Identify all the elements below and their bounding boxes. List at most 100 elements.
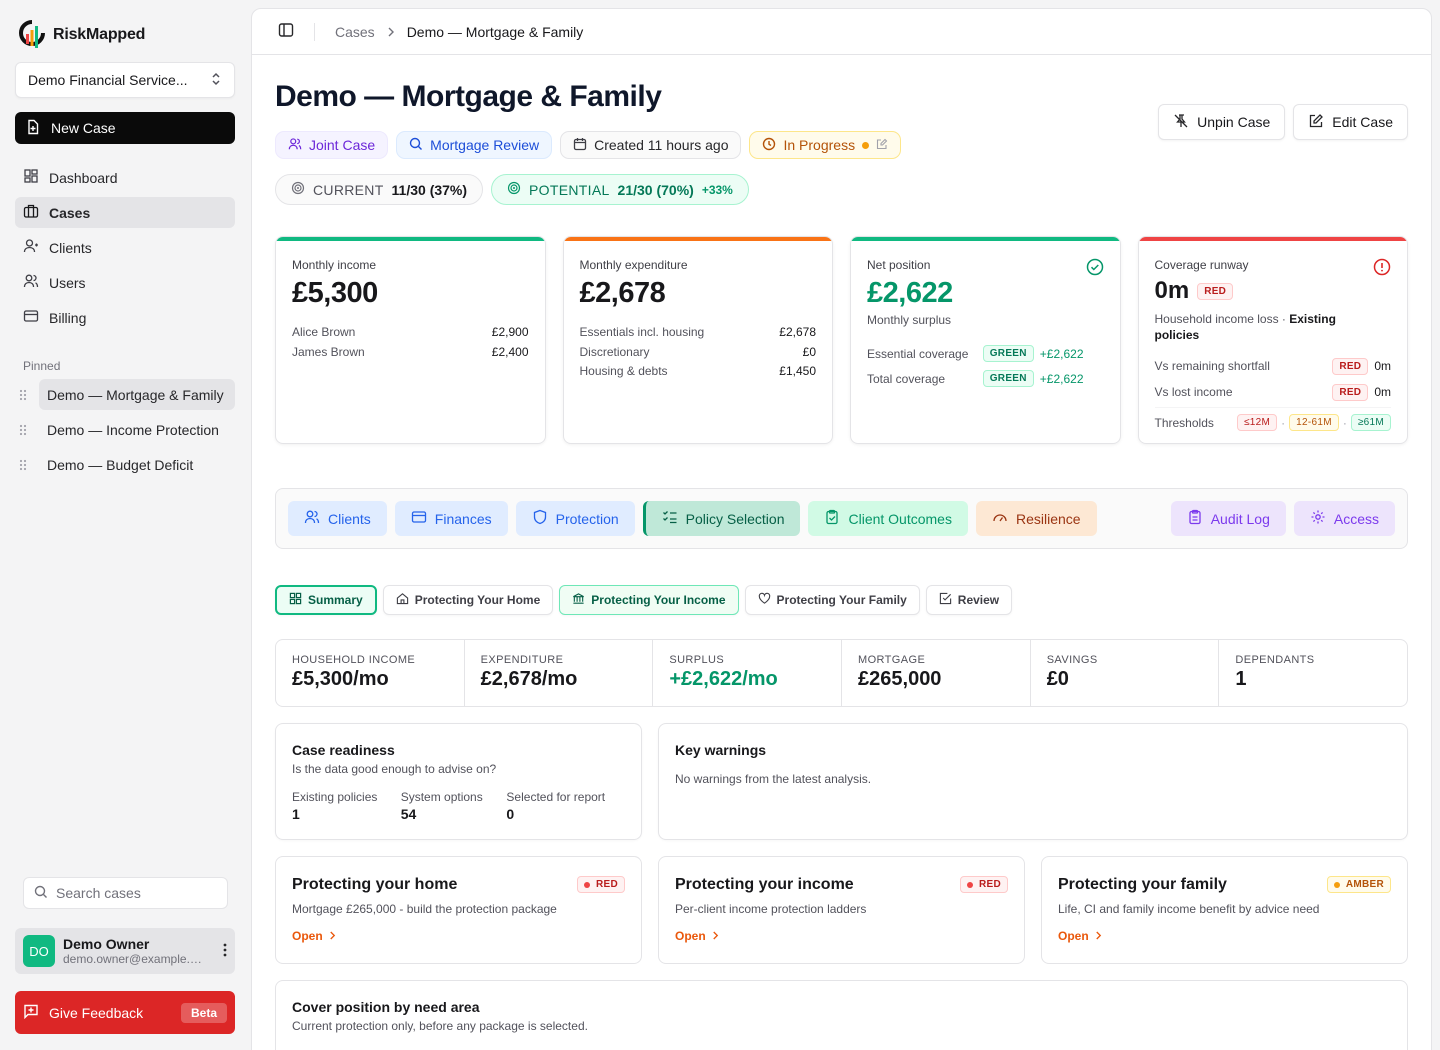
protecting-income-card[interactable]: Protecting your income RED Per-client in… — [658, 856, 1025, 964]
kpi-row-value: £2,678 — [779, 325, 816, 339]
user-info: Demo Owner demo.owner@example.com — [63, 936, 215, 966]
open-label: Open — [292, 929, 323, 943]
stat-savings: Savings £0 — [1031, 640, 1220, 706]
search-icon — [409, 137, 423, 154]
new-case-button[interactable]: New Case — [15, 112, 235, 144]
nav-item-users[interactable]: Users — [15, 267, 235, 298]
kpi-rows: Essentials incl. housing £2,678 Discretio… — [580, 322, 817, 380]
kpi-row-item: Essential coverage GREEN +£2,622 — [867, 341, 1104, 366]
drag-handle-icon[interactable] — [15, 389, 31, 401]
stat-value: +£2,622/mo — [669, 668, 778, 690]
thresholds-row: Thresholds ≤12M · 12-61M · ≥61M — [1154, 407, 1391, 437]
kpi-row-item: Vs remaining shortfall RED 0m — [1155, 353, 1391, 379]
tab-label: Finances — [434, 510, 492, 527]
subtab-label: Protecting Your Family — [776, 593, 907, 607]
edit-case-button[interactable]: Edit Case — [1293, 104, 1408, 140]
nav-item-cases[interactable]: Cases — [15, 197, 235, 228]
badge-dot — [583, 881, 590, 888]
coverage-amount: +£2,622 — [1039, 346, 1084, 361]
nav-item-clients[interactable]: Clients — [15, 232, 235, 263]
nav-item-dashboard[interactable]: Dashboard — [15, 162, 235, 193]
breadcrumb-cases[interactable]: Cases — [335, 24, 375, 40]
status-badge[interactable]: In Progress — [749, 131, 902, 159]
mortgage-review-tag: Mortgage Review — [396, 131, 553, 159]
kpi-row-item: Essentials incl. housing £2,678 — [580, 322, 817, 342]
threshold-sep: · — [1281, 415, 1286, 430]
thresholds-label: Thresholds — [1154, 415, 1214, 430]
chevron-right-icon — [1095, 929, 1102, 943]
chevron-right-icon — [329, 929, 336, 943]
open-link[interactable]: Open — [292, 929, 625, 943]
tab-resilience[interactable]: Resilience — [975, 501, 1097, 536]
subtab-summary[interactable]: Summary — [275, 585, 377, 615]
organisation-select[interactable]: Demo Financial Service... — [15, 62, 235, 98]
pinned-heading: Pinned — [23, 359, 61, 373]
pinned-label: Demo — Income Protection — [47, 421, 219, 438]
give-feedback-button[interactable]: Give Feedback Beta — [15, 991, 235, 1034]
subtab-protecting-family[interactable]: Protecting Your Family — [744, 585, 920, 615]
kpi-row-key: Housing & debts — [579, 364, 668, 378]
panel-sub: Is the data good enough to advise on? — [292, 762, 497, 776]
more-vertical-icon[interactable] — [223, 943, 227, 960]
stat-label: Mortgage — [858, 654, 926, 666]
nav-label: Dashboard — [49, 169, 118, 186]
badge-label: AMBER — [1345, 879, 1384, 890]
stat-value: £2,678/mo — [480, 668, 578, 690]
tab-audit-log[interactable]: Audit Log — [1170, 501, 1286, 536]
user-name: Demo Owner — [63, 936, 150, 952]
feedback-label: Give Feedback — [49, 1004, 144, 1021]
pinned-list: Demo — Mortgage & Family Demo — Income P… — [15, 379, 235, 480]
tab-access[interactable]: Access — [1293, 501, 1395, 536]
current-score: CURRENT 11/30 (37%) — [275, 174, 484, 205]
drag-handle-icon[interactable] — [15, 424, 31, 436]
subtab-review[interactable]: Review — [925, 585, 1013, 615]
nav-item-billing[interactable]: Billing — [15, 302, 235, 333]
card-icon — [23, 308, 39, 327]
open-link[interactable]: Open — [1058, 929, 1391, 943]
main-content: Cases Demo — Mortgage & Family Demo — Mo… — [251, 8, 1432, 1050]
drag-handle-icon[interactable] — [15, 459, 31, 471]
card-desc: Per-client income protection ladders — [675, 902, 867, 916]
brand[interactable]: RiskMapped — [15, 16, 235, 54]
subtab-protecting-home[interactable]: Protecting Your Home — [382, 585, 554, 615]
kpi-rows: Vs remaining shortfall RED 0m Vs lost inco… — [1154, 353, 1391, 437]
sidebar-toggle-icon[interactable] — [278, 22, 294, 41]
badge-dot — [966, 881, 973, 888]
shield-icon — [532, 509, 548, 528]
brand-name: RiskMapped — [53, 26, 146, 43]
pencil-icon[interactable] — [876, 137, 888, 153]
kpi-row-key: Vs lost income — [1154, 385, 1233, 399]
protecting-home-card[interactable]: Protecting your home RED Mortgage £265,0… — [275, 856, 642, 964]
runway-value: RED 0m — [1332, 357, 1391, 375]
protecting-family-card[interactable]: Protecting your family AMBER Life, CI an… — [1041, 856, 1408, 964]
tab-protection[interactable]: Protection — [515, 501, 635, 536]
check-circle-icon — [1086, 258, 1104, 279]
tab-finances[interactable]: Finances — [394, 501, 508, 536]
kpi-label: Monthly income — [292, 258, 377, 272]
user-menu[interactable]: DO Demo Owner demo.owner@example.com — [15, 928, 235, 974]
threshold-red: ≤12M — [1236, 414, 1278, 431]
kpi-rows: Essential coverage GREEN +£2,622 Total cov… — [867, 341, 1104, 391]
pinned-item[interactable]: Demo — Mortgage & Family — [15, 379, 235, 410]
pinned-item[interactable]: Demo — Budget Deficit — [15, 449, 235, 480]
stat-label: Surplus — [669, 654, 725, 666]
stat-mortgage: Mortgage £265,000 — [842, 640, 1031, 706]
stat-dependants: Dependants 1 — [1219, 640, 1407, 706]
subtab-protecting-income[interactable]: Protecting Your Income — [559, 585, 739, 615]
kpi-value: £5,300 — [292, 277, 378, 309]
pinned-item[interactable]: Demo — Income Protection — [15, 414, 235, 445]
coverage-runway-card: Coverage runway 0m RED Household income … — [1137, 236, 1408, 444]
kpi-row-item: Total coverage GREEN +£2,622 — [867, 366, 1104, 391]
search-cases-input[interactable]: Search cases — [23, 877, 228, 909]
tab-policy-selection[interactable]: Policy Selection — [642, 501, 801, 536]
unpin-case-button[interactable]: Unpin Case — [1158, 104, 1286, 140]
need-area-cards: Protecting your home RED Mortgage £265,0… — [275, 856, 1408, 964]
users-icon — [23, 273, 39, 292]
top-bar: Cases Demo — Mortgage & Family — [252, 9, 1431, 55]
card-icon — [411, 509, 427, 528]
policy-subtabs: Summary Protecting Your Home Protecting … — [275, 585, 1408, 615]
tab-clients[interactable]: Clients — [288, 501, 387, 536]
open-link[interactable]: Open — [675, 929, 1008, 943]
threshold-sep: · — [1342, 415, 1347, 430]
tab-client-outcomes[interactable]: Client Outcomes — [808, 501, 968, 536]
